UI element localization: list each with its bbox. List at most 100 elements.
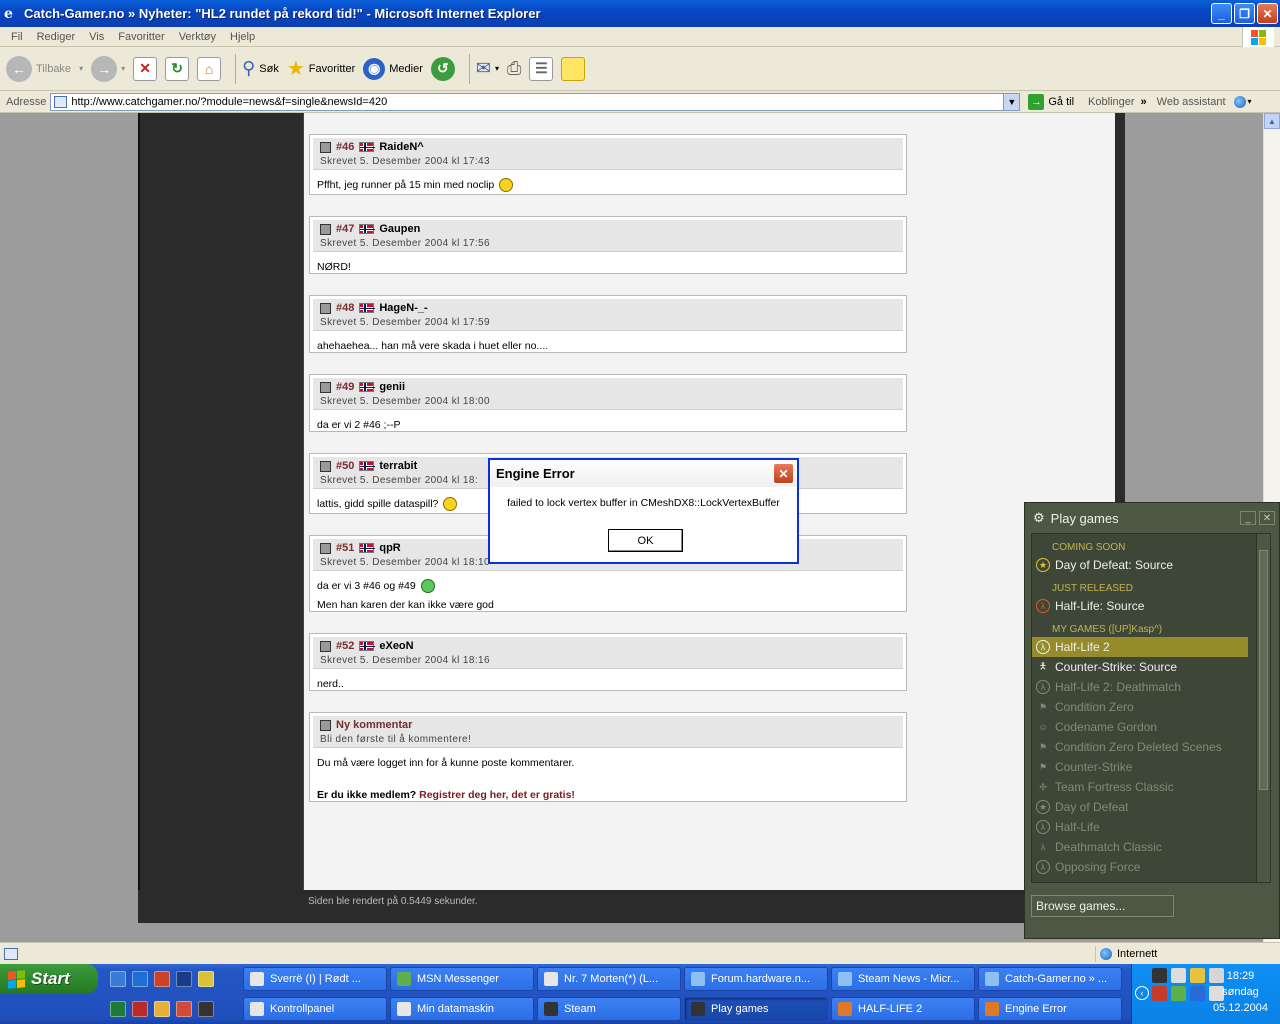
menu-view[interactable]: Vis <box>82 31 111 43</box>
msn-tray-icon[interactable] <box>1171 986 1186 1001</box>
tray-icon[interactable] <box>1152 986 1167 1001</box>
comment-author[interactable]: genii <box>379 381 405 393</box>
taskbar-button[interactable]: Min datamaskin <box>390 997 534 1021</box>
game-item[interactable]: λ Half-Life <box>1032 817 1248 837</box>
ie-titlebar[interactable]: e Catch-Gamer.no » Nyheter: "HL2 rundet … <box>0 0 1280 27</box>
games-scrollbar[interactable] <box>1256 534 1270 882</box>
clock[interactable]: 18:29 søndag 05.12.2004 <box>1213 968 1268 1016</box>
game-item[interactable]: ☺ Codename Gordon <box>1032 717 1248 737</box>
scroll-thumb[interactable] <box>1259 550 1268 790</box>
quicklaunch-icon[interactable] <box>176 1001 192 1017</box>
game-item[interactable]: ⚑ Condition Zero Deleted Scenes <box>1032 737 1248 757</box>
close-button[interactable]: ✕ <box>1257 3 1278 24</box>
forward-button[interactable]: → ▾ <box>91 55 125 82</box>
notes-button[interactable] <box>561 56 586 81</box>
links-label[interactable]: Koblinger <box>1088 96 1134 108</box>
maximize-button[interactable]: ❐ <box>1234 3 1255 24</box>
quicklaunch-icon[interactable] <box>198 971 214 987</box>
taskbar-button[interactable]: Kontrollpanel <box>243 997 387 1021</box>
web-assistant-dropdown-icon[interactable]: ▾ <box>1248 97 1252 106</box>
game-item[interactable]: 🯅 Counter-Strike: Source <box>1032 657 1248 677</box>
menu-edit[interactable]: Rediger <box>30 31 83 43</box>
quicklaunch-icon[interactable] <box>154 971 170 987</box>
game-item[interactable]: ⚑ Condition Zero <box>1032 697 1248 717</box>
history-button[interactable]: ↺ <box>430 56 455 81</box>
taskbar-button[interactable]: Sverrë (I) | Rødt ... <box>243 967 387 991</box>
game-item[interactable]: ⚑ Counter-Strike <box>1032 757 1248 777</box>
taskbar-button[interactable]: Engine Error <box>978 997 1122 1021</box>
game-item[interactable]: ★ Day of Defeat <box>1032 797 1248 817</box>
tray-icon[interactable] <box>1190 968 1205 983</box>
scroll-up-button[interactable]: ▲ <box>1264 113 1280 129</box>
browse-games-button[interactable]: Browse games... <box>1031 895 1174 917</box>
web-assistant-label[interactable]: Web assistant <box>1157 96 1226 108</box>
print-button[interactable]: ⎙ <box>507 58 521 79</box>
mail-dropdown-icon[interactable]: ▾ <box>495 64 499 73</box>
game-item[interactable]: λ Half-Life 2: Deathmatch <box>1032 677 1248 697</box>
comment-author[interactable]: qpR <box>379 542 400 554</box>
game-item[interactable]: λ Half-Life: Source <box>1032 596 1248 616</box>
quicklaunch-icon[interactable] <box>110 971 126 987</box>
web-assistant-globe-icon[interactable] <box>1233 95 1246 108</box>
tray-icon[interactable] <box>1190 986 1205 1001</box>
back-button[interactable]: ← Tilbake ▾ <box>6 55 83 82</box>
taskbar-button[interactable]: MSN Messenger <box>390 967 534 991</box>
comment-author[interactable]: HageN-_- <box>379 302 427 314</box>
tray-expand-icon[interactable]: ‹ <box>1135 986 1149 1000</box>
quicklaunch-icon[interactable] <box>154 1001 170 1017</box>
links-chevron-icon[interactable]: » <box>1141 96 1147 108</box>
register-link[interactable]: Registrer deg her, det er gratis! <box>419 789 575 801</box>
steam-close-button[interactable]: ✕ <box>1259 511 1275 525</box>
media-button[interactable]: ◉ Medier <box>363 57 423 80</box>
taskbar-button[interactable]: Steam News - Micr... <box>831 967 975 991</box>
game-item[interactable]: ✣ Team Fortress Classic <box>1032 777 1248 797</box>
menu-file[interactable]: Fil <box>4 31 30 43</box>
start-button[interactable]: Start <box>0 964 98 994</box>
game-item[interactable]: ★ Day of Defeat: Source <box>1032 555 1248 575</box>
history-icon: ↺ <box>430 56 455 81</box>
ie-quicklaunch-icon[interactable] <box>132 971 148 987</box>
steam-minimize-button[interactable]: _ <box>1240 511 1256 525</box>
comment-date: Skrevet 5. Desember 2004 kl 18:16 <box>320 655 490 666</box>
go-button[interactable]: → Gå til <box>1028 93 1074 110</box>
taskbar-button[interactable]: HALF-LIFE 2 <box>831 997 975 1021</box>
quicklaunch-icon[interactable] <box>198 1001 214 1017</box>
word-quicklaunch-icon[interactable] <box>176 971 192 987</box>
quicklaunch-icon[interactable] <box>132 1001 148 1017</box>
comment-author[interactable]: terrabit <box>379 460 417 472</box>
error-ok-button[interactable]: OK <box>608 529 683 552</box>
url-input[interactable]: http://www.catchgamer.no/?module=news&f=… <box>50 92 1021 111</box>
taskbar-button[interactable]: Catch-Gamer.no » ... <box>978 967 1122 991</box>
taskbar-button-active[interactable]: Play games <box>684 997 828 1021</box>
back-dropdown-icon[interactable]: ▾ <box>79 64 83 73</box>
menu-favorites[interactable]: Favoritter <box>111 31 171 43</box>
comment-author[interactable]: eXeoN <box>379 640 413 652</box>
search-button[interactable]: ⚲ Søk <box>242 58 279 79</box>
home-button[interactable]: ⌂ <box>197 56 222 81</box>
forward-dropdown-icon[interactable]: ▾ <box>121 64 125 73</box>
steam-tray-icon[interactable] <box>1152 968 1167 983</box>
taskbar-button[interactable]: Nr. 7 Morten(*) (L... <box>537 967 681 991</box>
comment-author[interactable]: Gaupen <box>379 223 420 235</box>
mail-button[interactable]: ✉ ▾ <box>476 58 499 79</box>
grin-smiley-icon <box>420 579 435 594</box>
game-item[interactable]: λ Opposing Force <box>1032 857 1248 877</box>
back-arrow-icon: ← <box>6 55 32 82</box>
refresh-button[interactable]: ↻ <box>165 56 190 81</box>
game-item-selected[interactable]: λ Half-Life 2 <box>1032 637 1248 657</box>
favorites-button[interactable]: ★ Favoritter <box>287 56 355 81</box>
excel-quicklaunch-icon[interactable] <box>110 1001 126 1017</box>
minimize-button[interactable]: _ <box>1211 3 1232 24</box>
error-close-button[interactable]: ✕ <box>773 463 794 484</box>
error-dialog-titlebar[interactable]: Engine Error ✕ <box>490 460 797 487</box>
tray-icon[interactable] <box>1171 968 1186 983</box>
menu-tools[interactable]: Verktøy <box>172 31 223 43</box>
game-item[interactable]: λ Deathmatch Classic <box>1032 837 1248 857</box>
taskbar-button[interactable]: Steam <box>537 997 681 1021</box>
comment-author[interactable]: RaideN^ <box>379 141 423 153</box>
edit-button[interactable]: ☰ <box>529 56 554 81</box>
menu-help[interactable]: Hjelp <box>223 31 262 43</box>
taskbar-button[interactable]: Forum.hardware.n... <box>684 967 828 991</box>
url-dropdown-icon[interactable]: ▼ <box>1003 93 1020 110</box>
stop-button[interactable]: ✕ <box>133 56 158 81</box>
